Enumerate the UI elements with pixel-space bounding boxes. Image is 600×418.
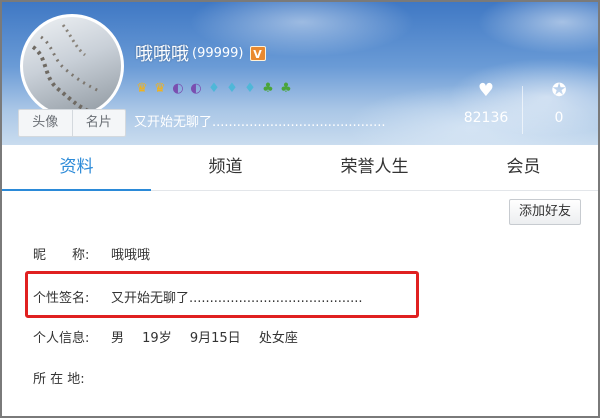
heart-icon[interactable]: ♥ [451, 80, 521, 102]
sun-icon[interactable]: ♣ [260, 81, 276, 97]
profile-window: 头像 名片 哦哦哦 (99999) V ♛ ♛ ◐ ◐ ♦ ♦ ♦ ♣ ♣ 又开… [0, 0, 600, 418]
info-row-nickname: 昵 称: 哦哦哦 [33, 244, 150, 263]
qq-level: (99999) [192, 45, 244, 61]
info-row-personal: 个人信息: 男 19岁 9月15日 处女座 [33, 327, 298, 346]
info-row-location: 所 在 地: [33, 368, 111, 387]
badge-list: ♛ ♛ ◐ ◐ ♦ ♦ ♦ ♣ ♣ [134, 81, 294, 97]
personal-info-value: 男 19岁 9月15日 处女座 [111, 327, 298, 346]
header-signature: 又开始无聊了..................................… [134, 115, 386, 130]
star-icon[interactable]: ♦ [242, 81, 258, 97]
nickname-row: 哦哦哦 (99999) V [135, 42, 266, 65]
tab-profile[interactable]: 资料 [2, 145, 151, 191]
sun-icon[interactable]: ♣ [278, 81, 294, 97]
profile-banner: 头像 名片 哦哦哦 (99999) V ♛ ♛ ◐ ◐ ♦ ♦ ♦ ♣ ♣ 又开… [2, 2, 598, 145]
personal-info-label: 个人信息: [33, 331, 90, 346]
age-value: 19岁 [142, 331, 172, 346]
like-stat[interactable]: ♥ 82136 [451, 80, 521, 126]
birthday-value: 9月15日 [189, 331, 241, 346]
honor-count: 0 [554, 110, 564, 126]
tab-vip[interactable]: 会员 [449, 145, 598, 190]
crown-icon[interactable]: ♛ [134, 81, 150, 97]
star-icon[interactable]: ♦ [224, 81, 240, 97]
avatar-image [31, 24, 100, 115]
profile-tabs: 资料 频道 荣誉人生 会员 [2, 145, 598, 191]
avatar-tabs: 头像 名片 [18, 109, 126, 137]
gender-value: 男 [111, 331, 125, 346]
add-friend-button[interactable]: 添加好友 [509, 199, 581, 225]
nickname-label: 昵 称: [33, 248, 90, 263]
nickname-value: 哦哦哦 [111, 248, 151, 263]
location-label: 所 在 地: [33, 372, 85, 387]
zodiac-value: 处女座 [258, 331, 298, 346]
star-icon[interactable]: ♦ [206, 81, 222, 97]
tab-channel[interactable]: 频道 [151, 145, 300, 190]
tab-honor[interactable]: 荣誉人生 [300, 145, 449, 190]
crown-icon[interactable]: ♛ [152, 81, 168, 97]
moon-icon[interactable]: ◐ [188, 81, 204, 97]
medal-icon[interactable]: ✪ [524, 80, 594, 102]
honor-stat[interactable]: ✪ 0 [524, 80, 594, 126]
avatar-area: 头像 名片 [18, 14, 126, 138]
vip-icon[interactable]: V [249, 45, 266, 61]
avatar[interactable] [20, 14, 124, 118]
moon-icon[interactable]: ◐ [170, 81, 186, 97]
stat-divider [522, 86, 523, 134]
avatar-tab-card[interactable]: 名片 [71, 110, 126, 136]
avatar-tab-avatar[interactable]: 头像 [19, 110, 72, 136]
like-count: 82136 [463, 110, 509, 126]
signature-highlight-box [25, 271, 419, 318]
nickname: 哦哦哦 [135, 44, 189, 65]
